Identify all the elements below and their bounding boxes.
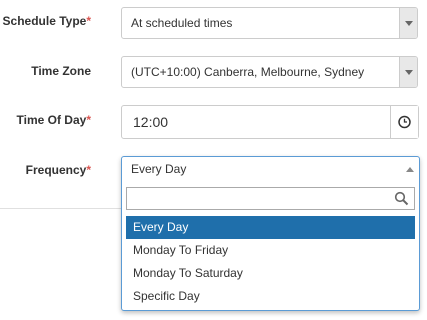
frequency-label-text: Frequency [25, 163, 87, 177]
time-zone-select[interactable]: (UTC+10:00) Canberra, Melbourne, Sydney [121, 56, 418, 88]
frequency-value: Every Day [131, 162, 187, 176]
schedule-type-select[interactable]: At scheduled times [121, 7, 418, 39]
time-of-day-label-text: Time Of Day [16, 113, 87, 127]
time-zone-label-text: Time Zone [31, 64, 91, 78]
frequency-search-input[interactable] [126, 187, 415, 210]
time-of-day-input[interactable]: 12:00 [121, 105, 419, 139]
section-divider [0, 208, 121, 209]
time-zone-label: Time Zone [31, 64, 91, 78]
schedule-type-label-text: Schedule Type [2, 14, 87, 28]
time-of-day-label: Time Of Day* [17, 113, 91, 127]
frequency-option[interactable]: Monday To Saturday [126, 262, 415, 285]
required-marker: * [86, 113, 91, 127]
time-zone-arrow-button[interactable] [399, 57, 417, 87]
frequency-option[interactable]: Specific Day [126, 285, 415, 308]
time-picker-button[interactable] [390, 106, 418, 138]
chevron-down-icon [405, 21, 413, 26]
chevron-up-icon[interactable] [406, 167, 414, 172]
frequency-option[interactable]: Monday To Friday [126, 239, 415, 262]
schedule-type-label: Schedule Type* [3, 14, 91, 28]
frequency-select-open[interactable]: Every Day Every Day Monday To Friday Mon… [121, 156, 420, 311]
time-of-day-value: 12:00 [133, 114, 169, 130]
time-zone-value: (UTC+10:00) Canberra, Melbourne, Sydney [131, 65, 365, 79]
chevron-down-icon [405, 70, 413, 75]
clock-icon [398, 115, 411, 129]
schedule-type-value: At scheduled times [131, 16, 233, 30]
required-marker: * [86, 14, 91, 28]
required-marker: * [86, 163, 91, 177]
frequency-option[interactable]: Every Day [126, 216, 415, 239]
frequency-label: Frequency* [26, 163, 91, 177]
schedule-type-arrow-button[interactable] [399, 8, 417, 38]
search-icon [394, 191, 409, 206]
